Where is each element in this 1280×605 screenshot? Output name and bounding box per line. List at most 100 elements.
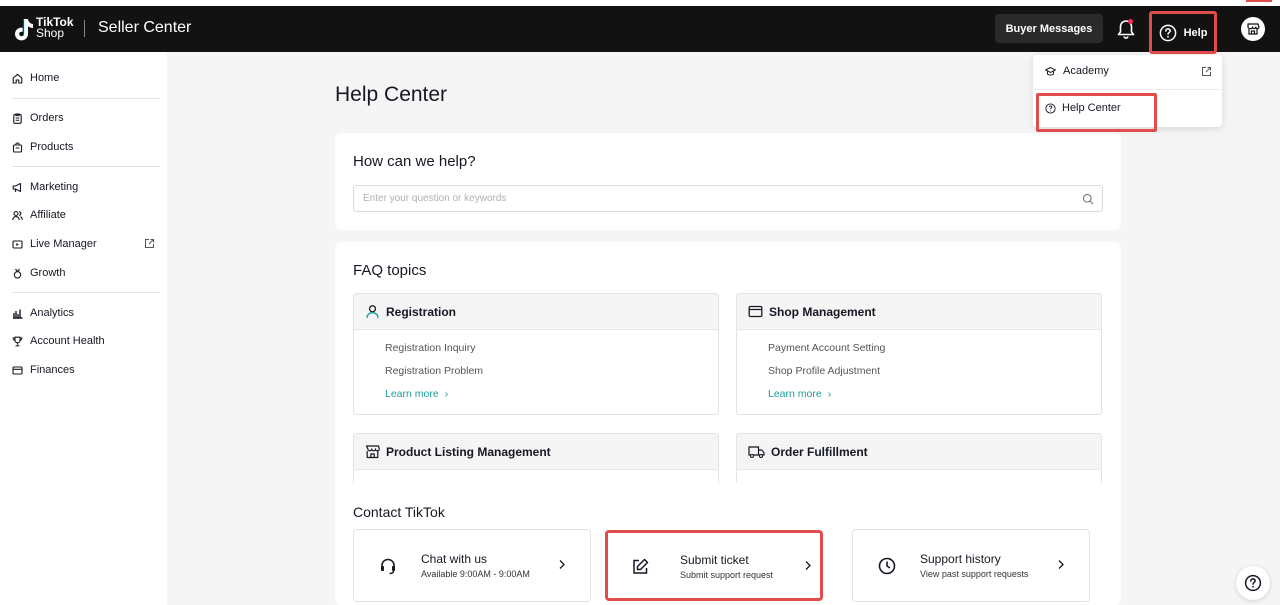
sidebar-item-account-health[interactable]: Account Health bbox=[12, 331, 158, 351]
sidebar-item-label: Marketing bbox=[30, 181, 79, 193]
sidebar-item-home[interactable]: Home bbox=[12, 68, 158, 88]
help-circle-icon bbox=[1159, 24, 1176, 41]
headset-icon bbox=[381, 558, 395, 575]
sidebar-item-label: Home bbox=[30, 72, 60, 84]
search-icon[interactable] bbox=[1082, 193, 1094, 205]
learn-more-link[interactable]: Learn more › bbox=[768, 383, 1101, 406]
chart-icon bbox=[13, 309, 23, 319]
topic-header: Shop Management bbox=[737, 294, 1101, 330]
topic-link[interactable]: Registration Problem bbox=[385, 360, 718, 383]
external-link-icon[interactable] bbox=[1201, 66, 1212, 77]
sidebar: Home Orders Products Marketing Affiliate… bbox=[0, 52, 167, 605]
sidebar-item-affiliate[interactable]: Affiliate bbox=[12, 205, 158, 225]
logo-separator bbox=[84, 20, 85, 37]
clipboard-icon bbox=[13, 113, 22, 124]
sidebar-item-label: Finances bbox=[30, 364, 75, 376]
help-search-card: How can we help? bbox=[335, 133, 1121, 230]
chevron-right-icon bbox=[559, 560, 565, 569]
topic-link[interactable]: Registration Inquiry bbox=[385, 337, 718, 360]
store-button[interactable] bbox=[1241, 17, 1265, 41]
sidebar-item-growth[interactable]: Growth bbox=[12, 263, 158, 283]
bag-icon bbox=[12, 141, 23, 153]
contact-title: Support history bbox=[920, 552, 1001, 566]
faq-card: FAQ topics Registration Registration Inq… bbox=[335, 242, 1121, 605]
support-history-card[interactable]: Support history View past support reques… bbox=[852, 529, 1090, 602]
faq-topic-shop-management: Shop Management Payment Account Setting … bbox=[736, 293, 1102, 415]
floating-help-button[interactable] bbox=[1236, 566, 1270, 600]
bell-icon[interactable] bbox=[1116, 18, 1136, 40]
sidebar-divider bbox=[12, 292, 160, 293]
learn-more-label: Learn more bbox=[768, 388, 822, 400]
notification-dot bbox=[1128, 19, 1133, 24]
topic-link[interactable]: Payment Account Setting bbox=[768, 337, 1101, 360]
sidebar-divider bbox=[12, 98, 160, 99]
sidebar-item-label: Growth bbox=[30, 267, 66, 279]
sidebar-item-live-manager[interactable]: Live Manager bbox=[12, 234, 158, 254]
menu-item-label: Academy bbox=[1063, 65, 1109, 77]
graduation-cap-icon bbox=[1045, 66, 1056, 75]
sidebar-item-analytics[interactable]: Analytics bbox=[12, 303, 158, 323]
topic-header: Registration bbox=[354, 294, 718, 330]
contact-title: Submit ticket bbox=[680, 553, 749, 567]
truck-icon bbox=[748, 446, 765, 459]
faq-topic-order-fulfillment: Order Fulfillment bbox=[736, 433, 1102, 483]
help-button[interactable]: Help bbox=[1149, 11, 1217, 54]
home-icon bbox=[12, 73, 23, 84]
faq-topic-product-listing: Product Listing Management bbox=[353, 433, 719, 483]
chevron-right-icon: › bbox=[444, 388, 449, 400]
buyer-messages-button[interactable]: Buyer Messages bbox=[995, 14, 1103, 43]
sidebar-item-label: Affiliate bbox=[30, 209, 66, 221]
sidebar-item-label: Live Manager bbox=[30, 238, 97, 250]
contact-title: Chat with us bbox=[421, 552, 488, 566]
users-icon bbox=[12, 210, 23, 220]
medal-icon bbox=[13, 268, 22, 279]
megaphone-icon bbox=[12, 182, 22, 192]
live-icon bbox=[12, 239, 23, 249]
top-header: TikTok Shop Seller Center Buyer Messages… bbox=[0, 6, 1280, 54]
edit-icon bbox=[633, 558, 649, 574]
wallet-icon bbox=[12, 365, 23, 375]
learn-more-link[interactable]: Learn more › bbox=[385, 383, 718, 406]
submit-ticket-card[interactable]: Submit ticket Submit support request bbox=[605, 530, 823, 601]
trophy-icon bbox=[12, 336, 23, 346]
contact-subtitle: View past support requests bbox=[920, 569, 1029, 579]
tiktok-note-icon bbox=[15, 19, 33, 41]
sidebar-item-finances[interactable]: Finances bbox=[12, 360, 158, 380]
sidebar-item-label: Orders bbox=[30, 112, 64, 124]
topic-title: Product Listing Management bbox=[386, 444, 551, 459]
sidebar-item-marketing[interactable]: Marketing bbox=[12, 177, 158, 197]
help-heading: How can we help? bbox=[353, 153, 476, 170]
contact-heading: Contact TikTok bbox=[353, 504, 445, 520]
store-icon bbox=[365, 445, 380, 459]
chat-with-us-card[interactable]: Chat with us Available 9:00AM - 9:00AM bbox=[353, 529, 591, 602]
sidebar-item-label: Analytics bbox=[30, 307, 75, 319]
logo-wordmark[interactable]: TikTok Shop bbox=[36, 16, 74, 39]
faq-topic-registration: Registration Registration Inquiry Regist… bbox=[353, 293, 719, 415]
topic-link[interactable]: Shop Profile Adjustment bbox=[768, 360, 1101, 383]
learn-more-label: Learn more bbox=[385, 388, 439, 400]
product-name: Seller Center bbox=[98, 19, 192, 36]
page-title: Help Center bbox=[335, 83, 448, 106]
topic-body: Payment Account Setting Shop Profile Adj… bbox=[737, 337, 1101, 406]
menu-item-help-center[interactable]: Help Center bbox=[1036, 93, 1157, 132]
help-circle-icon bbox=[1045, 103, 1056, 114]
help-label: Help bbox=[1183, 26, 1208, 39]
clock-icon bbox=[878, 557, 896, 575]
menu-item-academy[interactable]: Academy bbox=[1045, 65, 1109, 77]
sidebar-item-products[interactable]: Products bbox=[12, 137, 158, 157]
topic-title: Shop Management bbox=[769, 304, 876, 319]
card-icon bbox=[748, 305, 763, 318]
sidebar-item-orders[interactable]: Orders bbox=[12, 108, 158, 128]
menu-divider bbox=[1033, 89, 1222, 90]
sidebar-item-label: Account Health bbox=[30, 335, 105, 347]
search-box bbox=[353, 185, 1103, 212]
topic-body: Registration Inquiry Registration Proble… bbox=[354, 337, 718, 406]
top-accent bbox=[1246, 0, 1272, 2]
chevron-right-icon bbox=[1058, 560, 1064, 569]
menu-item-label: Help Center bbox=[1062, 102, 1121, 114]
topic-header: Product Listing Management bbox=[354, 434, 718, 470]
help-dropdown-menu: Academy Help Center bbox=[1033, 55, 1222, 132]
search-input[interactable] bbox=[354, 186, 1054, 211]
chevron-right-icon: › bbox=[827, 388, 832, 400]
user-icon bbox=[366, 305, 379, 319]
